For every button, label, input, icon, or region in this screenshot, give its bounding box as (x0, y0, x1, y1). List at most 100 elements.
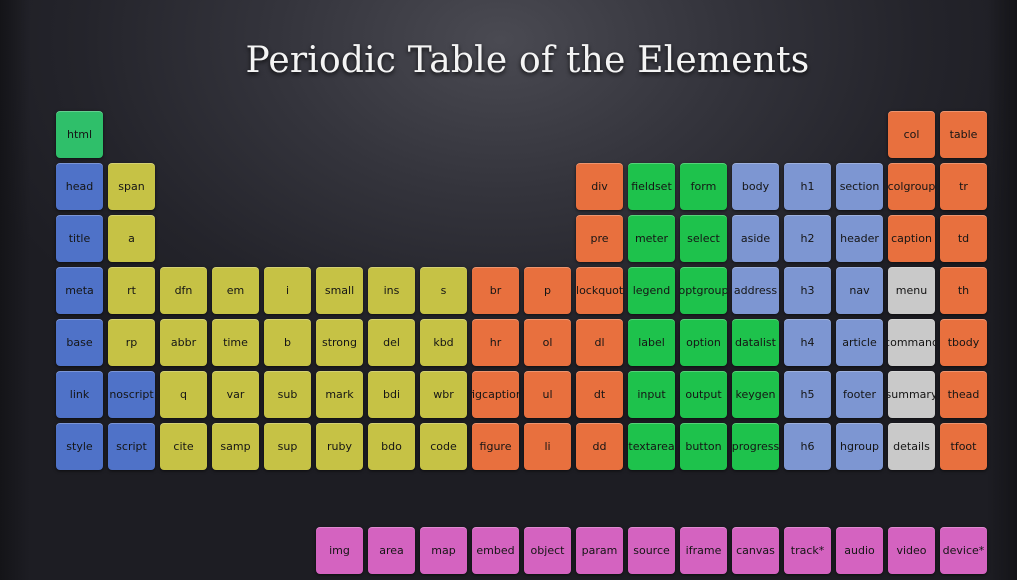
element-tile-video[interactable]: video (888, 527, 935, 574)
element-tile-img[interactable]: img (316, 527, 363, 574)
element-tile-param[interactable]: param (576, 527, 623, 574)
element-tile-code[interactable]: code (420, 423, 467, 470)
element-tile-textarea[interactable]: textarea (628, 423, 675, 470)
element-tile-a[interactable]: a (108, 215, 155, 262)
element-tile-pre[interactable]: pre (576, 215, 623, 262)
element-tile-span[interactable]: span (108, 163, 155, 210)
element-tile-noscript[interactable]: noscript (108, 371, 155, 418)
element-tile-sup[interactable]: sup (264, 423, 311, 470)
element-tile-ul[interactable]: ul (524, 371, 571, 418)
element-tile-html[interactable]: html (56, 111, 103, 158)
element-tile-dfn[interactable]: dfn (160, 267, 207, 314)
element-tile-footer[interactable]: footer (836, 371, 883, 418)
element-tile-details[interactable]: details (888, 423, 935, 470)
element-tile-mark[interactable]: mark (316, 371, 363, 418)
element-tile-bdo[interactable]: bdo (368, 423, 415, 470)
element-tile-i[interactable]: i (264, 267, 311, 314)
element-tile-section[interactable]: section (836, 163, 883, 210)
element-tile-datalist[interactable]: datalist (732, 319, 779, 366)
element-tile-iframe[interactable]: iframe (680, 527, 727, 574)
element-tile-meta[interactable]: meta (56, 267, 103, 314)
element-tile-tfoot[interactable]: tfoot (940, 423, 987, 470)
element-tile-hr[interactable]: hr (472, 319, 519, 366)
element-tile-h2[interactable]: h2 (784, 215, 831, 262)
element-tile-table[interactable]: table (940, 111, 987, 158)
element-tile-link[interactable]: link (56, 371, 103, 418)
element-tile-bdi[interactable]: bdi (368, 371, 415, 418)
element-tile-area[interactable]: area (368, 527, 415, 574)
element-tile-kbd[interactable]: kbd (420, 319, 467, 366)
element-tile-input[interactable]: input (628, 371, 675, 418)
element-tile-source[interactable]: source (628, 527, 675, 574)
element-tile-colgroup[interactable]: colgroup (888, 163, 935, 210)
element-tile-em[interactable]: em (212, 267, 259, 314)
element-tile-figure[interactable]: figure (472, 423, 519, 470)
element-tile-label[interactable]: label (628, 319, 675, 366)
element-tile-base[interactable]: base (56, 319, 103, 366)
element-tile-p[interactable]: p (524, 267, 571, 314)
element-tile-dl[interactable]: dl (576, 319, 623, 366)
element-tile-col[interactable]: col (888, 111, 935, 158)
element-tile-q[interactable]: q (160, 371, 207, 418)
element-tile-dt[interactable]: dt (576, 371, 623, 418)
element-tile-nav[interactable]: nav (836, 267, 883, 314)
element-tile-article[interactable]: article (836, 319, 883, 366)
element-tile-strong[interactable]: strong (316, 319, 363, 366)
element-tile-script[interactable]: script (108, 423, 155, 470)
element-tile-li[interactable]: li (524, 423, 571, 470)
element-tile-var[interactable]: var (212, 371, 259, 418)
element-tile-audio[interactable]: audio (836, 527, 883, 574)
element-tile-tr[interactable]: tr (940, 163, 987, 210)
element-tile-header[interactable]: header (836, 215, 883, 262)
element-tile-track[interactable]: track* (784, 527, 831, 574)
element-tile-fieldset[interactable]: fieldset (628, 163, 675, 210)
element-tile-h6[interactable]: h6 (784, 423, 831, 470)
element-tile-ruby[interactable]: ruby (316, 423, 363, 470)
element-tile-dd[interactable]: dd (576, 423, 623, 470)
element-tile-title[interactable]: title (56, 215, 103, 262)
element-tile-head[interactable]: head (56, 163, 103, 210)
element-tile-option[interactable]: option (680, 319, 727, 366)
element-tile-sub[interactable]: sub (264, 371, 311, 418)
element-tile-progress[interactable]: progress (732, 423, 779, 470)
element-tile-figcaption[interactable]: figcaption (472, 371, 519, 418)
element-tile-th[interactable]: th (940, 267, 987, 314)
element-tile-select[interactable]: select (680, 215, 727, 262)
element-tile-caption[interactable]: caption (888, 215, 935, 262)
element-tile-tbody[interactable]: tbody (940, 319, 987, 366)
element-tile-b[interactable]: b (264, 319, 311, 366)
element-tile-legend[interactable]: legend (628, 267, 675, 314)
element-tile-hgroup[interactable]: hgroup (836, 423, 883, 470)
element-tile-form[interactable]: form (680, 163, 727, 210)
element-tile-rt[interactable]: rt (108, 267, 155, 314)
element-tile-output[interactable]: output (680, 371, 727, 418)
element-tile-h5[interactable]: h5 (784, 371, 831, 418)
element-tile-time[interactable]: time (212, 319, 259, 366)
element-tile-small[interactable]: small (316, 267, 363, 314)
element-tile-object[interactable]: object (524, 527, 571, 574)
element-tile-style[interactable]: style (56, 423, 103, 470)
element-tile-map[interactable]: map (420, 527, 467, 574)
element-tile-optgroup[interactable]: optgroup (680, 267, 727, 314)
element-tile-abbr[interactable]: abbr (160, 319, 207, 366)
element-tile-keygen[interactable]: keygen (732, 371, 779, 418)
element-tile-br[interactable]: br (472, 267, 519, 314)
element-tile-td[interactable]: td (940, 215, 987, 262)
element-tile-h3[interactable]: h3 (784, 267, 831, 314)
element-tile-s[interactable]: s (420, 267, 467, 314)
element-tile-div[interactable]: div (576, 163, 623, 210)
element-tile-cite[interactable]: cite (160, 423, 207, 470)
element-tile-device[interactable]: device* (940, 527, 987, 574)
element-tile-h1[interactable]: h1 (784, 163, 831, 210)
element-tile-command[interactable]: command (888, 319, 935, 366)
element-tile-body[interactable]: body (732, 163, 779, 210)
element-tile-embed[interactable]: embed (472, 527, 519, 574)
element-tile-thead[interactable]: thead (940, 371, 987, 418)
element-tile-samp[interactable]: samp (212, 423, 259, 470)
element-tile-blockquote[interactable]: blockquote (576, 267, 623, 314)
element-tile-address[interactable]: address (732, 267, 779, 314)
element-tile-h4[interactable]: h4 (784, 319, 831, 366)
element-tile-meter[interactable]: meter (628, 215, 675, 262)
element-tile-canvas[interactable]: canvas (732, 527, 779, 574)
element-tile-del[interactable]: del (368, 319, 415, 366)
